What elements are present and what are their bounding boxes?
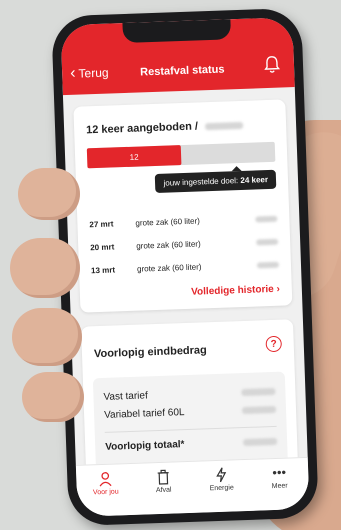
help-icon[interactable]: ? bbox=[265, 335, 283, 353]
hand-finger bbox=[10, 238, 80, 298]
phone: ‹ Terug Restafval status 12 keer aangebo… bbox=[51, 7, 319, 527]
redacted-amount bbox=[256, 238, 279, 246]
progress-fill: 12 bbox=[86, 145, 182, 169]
redacted-amount bbox=[256, 261, 280, 269]
redacted-amount bbox=[243, 437, 278, 447]
full-history-label: Volledige historie bbox=[190, 283, 274, 298]
redacted-value bbox=[204, 121, 244, 130]
tab-energie[interactable]: Energie bbox=[192, 460, 252, 513]
lightning-icon bbox=[216, 467, 227, 483]
phone-screen: ‹ Terug Restafval status 12 keer aangebo… bbox=[60, 17, 310, 517]
full-history-link[interactable]: Volledige historie › bbox=[191, 284, 280, 298]
history-date: 27 mrt bbox=[89, 219, 114, 230]
tab-label: Voor jou bbox=[92, 488, 119, 497]
history-desc: grote zak (60 liter) bbox=[135, 216, 201, 228]
goal-text: jouw ingestelde doel: bbox=[163, 176, 239, 188]
fixed-rate-row: Vast tarief bbox=[103, 386, 276, 403]
photo-scene: ‹ Terug Restafval status 12 keer aangebo… bbox=[0, 0, 341, 530]
tab-voor-jou[interactable]: Voor jou bbox=[76, 464, 136, 517]
list-item[interactable]: 13 mrt grote zak (60 liter) bbox=[91, 260, 280, 275]
tab-label: Meer bbox=[271, 482, 288, 491]
divider bbox=[104, 425, 277, 433]
page-title: Restafval status bbox=[139, 63, 225, 79]
history-desc: grote zak (60 liter) bbox=[136, 262, 202, 274]
history-date: 13 mrt bbox=[90, 265, 116, 276]
phone-notch bbox=[122, 19, 232, 44]
tab-bar: Voor jou Afval Energie ••• Meer bbox=[75, 456, 310, 517]
offer-count: 12 keer aangeboden / bbox=[85, 119, 244, 137]
redacted-amount bbox=[241, 387, 276, 397]
tab-afval[interactable]: Afval bbox=[134, 462, 194, 515]
history-date: 20 mrt bbox=[90, 242, 115, 253]
bell-icon[interactable] bbox=[264, 56, 281, 75]
redacted-amount bbox=[241, 405, 277, 415]
list-item[interactable]: 20 mrt grote zak (60 liter) bbox=[90, 237, 279, 252]
more-icon: ••• bbox=[272, 464, 287, 481]
hand-finger bbox=[12, 308, 82, 366]
redacted-amount bbox=[255, 215, 278, 223]
chevron-left-icon: ‹ bbox=[69, 64, 76, 82]
hand-finger bbox=[18, 168, 80, 220]
offer-card: 12 keer aangeboden / 12 jouw ingestelde … bbox=[73, 99, 293, 313]
hand-finger bbox=[22, 372, 84, 422]
fixed-rate-label: Vast tarief bbox=[103, 390, 148, 403]
total-label: Voorlopig totaal* bbox=[105, 439, 185, 453]
total-row: Voorlopig totaal* bbox=[105, 436, 278, 453]
tab-label: Energie bbox=[209, 484, 234, 493]
tab-meer[interactable]: ••• Meer bbox=[250, 458, 310, 511]
back-label: Terug bbox=[78, 65, 109, 81]
chevron-right-icon: › bbox=[276, 283, 281, 295]
progress-bar: 12 bbox=[86, 141, 276, 169]
list-item[interactable]: 27 mrt grote zak (60 liter) bbox=[89, 214, 278, 229]
back-button[interactable]: ‹ Terug bbox=[69, 64, 109, 82]
estimate-card: Voorlopig eindbedrag ? Vast tarief Varia… bbox=[81, 319, 299, 479]
tab-label: Afval bbox=[155, 486, 172, 495]
goal-tooltip: jouw ingestelde doel: 24 keer bbox=[155, 169, 277, 193]
trash-icon bbox=[157, 469, 169, 485]
estimate-title: Voorlopig eindbedrag bbox=[93, 344, 207, 361]
offer-count-label: 12 keer aangeboden / bbox=[85, 120, 199, 137]
variable-rate-label: Variabel tarief 60L bbox=[103, 407, 185, 421]
person-icon bbox=[99, 472, 112, 487]
progress-value: 12 bbox=[129, 152, 139, 162]
goal-value: 24 keer bbox=[240, 175, 269, 186]
variable-rate-row: Variabel tarief 60L bbox=[103, 404, 277, 421]
history-desc: grote zak (60 liter) bbox=[136, 239, 201, 251]
